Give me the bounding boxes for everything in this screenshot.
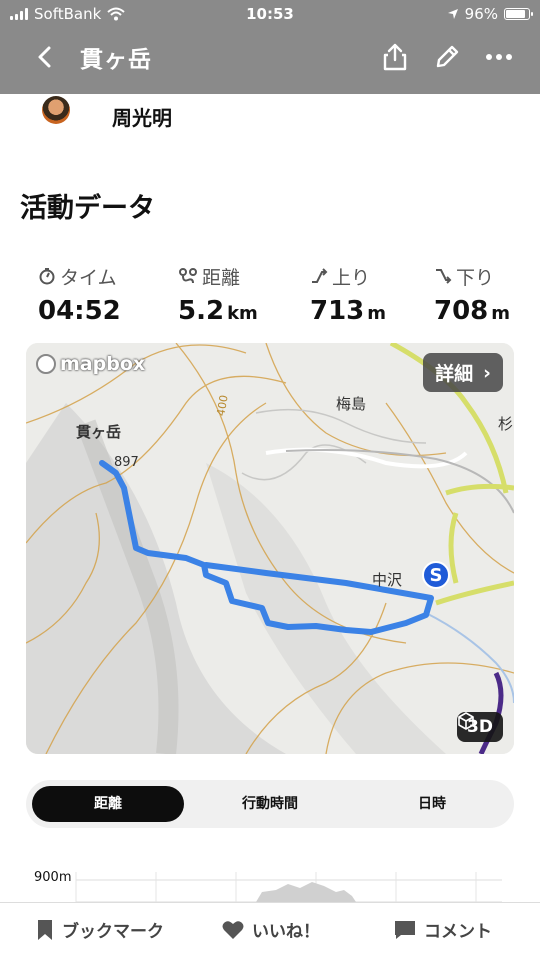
stat-label: 下り — [434, 262, 540, 290]
stat-value: 04:52 — [38, 296, 158, 326]
nav-bar: 貫ヶ岳 — [0, 28, 540, 94]
stat-label: 距離 — [178, 262, 298, 290]
avatar[interactable] — [42, 96, 70, 124]
heart-icon — [222, 920, 244, 939]
location-arrow-icon — [447, 9, 458, 19]
status-right: 96% — [447, 5, 533, 23]
share-icon[interactable] — [380, 42, 410, 72]
map-label-umejima: 梅島 — [336, 395, 367, 413]
bookmark-icon — [38, 919, 52, 940]
stats-row: タイム 04:52 距離 5.2 km 上り 713 m 下り 708 m — [0, 262, 540, 332]
map-label-elevation: 897 — [114, 455, 139, 470]
tab-distance[interactable]: 距離 — [32, 786, 184, 822]
stat-value: 708 m — [434, 296, 540, 326]
like-button[interactable]: いいね！ — [222, 917, 320, 942]
comment-icon — [395, 920, 415, 939]
map-detail-button[interactable]: 詳細 › — [423, 353, 503, 392]
comment-button[interactable]: コメント — [394, 917, 492, 942]
user-name[interactable]: 周光明 — [112, 102, 172, 131]
stopwatch-icon — [39, 268, 55, 285]
battery-fill — [506, 10, 525, 18]
map-label-peak: 貫ヶ岳 — [76, 423, 122, 441]
bottom-action-bar: ブックマーク いいね！ コメント — [0, 902, 540, 961]
elevation-chart-canvas — [75, 872, 502, 902]
stat-ascent: 上り 713 m — [310, 262, 430, 327]
ascent-icon — [312, 268, 328, 283]
chart-y-label: 900m — [34, 870, 72, 885]
bookmark-button[interactable]: ブックマーク — [36, 917, 164, 942]
stat-label-text: タイム — [60, 266, 117, 289]
route-map[interactable]: mapbox 詳細 › 貫ヶ岳 897 梅島 中沢 杉 400 S 3D — [26, 343, 514, 754]
stat-unit: m — [491, 303, 511, 324]
page-title: 貫ヶ岳 — [80, 47, 152, 73]
user-row[interactable]: 周光明 — [0, 94, 540, 144]
section-title: 活動データ — [20, 193, 155, 224]
elevation-area — [256, 882, 356, 902]
stat-number: 713 — [310, 296, 365, 326]
stat-unit: m — [367, 303, 387, 324]
descent-icon — [436, 269, 452, 284]
stat-label-text: 上り — [332, 266, 371, 289]
edit-icon[interactable] — [432, 42, 462, 72]
like-label: いいね！ — [252, 922, 320, 942]
stat-distance: 距離 5.2 km — [178, 262, 298, 327]
stat-value: 5.2 km — [178, 296, 298, 326]
battery-icon — [504, 8, 533, 20]
cube-icon — [458, 712, 474, 730]
stat-label: タイム — [38, 262, 158, 290]
back-icon[interactable] — [30, 42, 60, 72]
map-3d-button[interactable]: 3D — [457, 712, 503, 742]
map-label-sugi: 杉 — [498, 415, 514, 433]
map-detail-label: 詳細 — [435, 363, 474, 385]
stat-time: タイム 04:52 — [38, 262, 158, 327]
mapbox-logo-text: mapbox — [60, 353, 146, 375]
chart-tabs: 距離 行動時間 日時 — [26, 780, 514, 828]
battery-percent: 96% — [464, 5, 498, 23]
bookmark-label: ブックマーク — [62, 922, 164, 942]
stat-unit: km — [227, 303, 258, 324]
mapbox-logo-icon — [36, 354, 56, 374]
stat-number: 708 — [434, 296, 489, 326]
route-icon — [179, 268, 197, 284]
stat-number: 5.2 — [178, 296, 225, 326]
tab-duration[interactable]: 行動時間 — [194, 786, 346, 822]
stat-label-text: 距離 — [202, 266, 241, 289]
comment-label: コメント — [424, 922, 492, 942]
stat-value: 713 m — [310, 296, 430, 326]
map-label-nakazawa: 中沢 — [372, 571, 403, 589]
map-canvas — [26, 343, 514, 754]
stat-descent: 下り 708 m — [434, 262, 540, 327]
stat-label: 上り — [310, 262, 430, 290]
stat-number: 04:52 — [38, 296, 121, 326]
start-marker[interactable]: S — [422, 561, 450, 589]
status-bar: SoftBank 10:53 96% — [0, 0, 540, 28]
top-bar: SoftBank 10:53 96% 貫ヶ岳 — [0, 0, 540, 94]
chevron-right-icon: › — [483, 361, 491, 384]
elevation-chart: 900m — [26, 862, 514, 902]
mapbox-logo: mapbox — [36, 353, 145, 375]
tab-datetime[interactable]: 日時 — [356, 786, 508, 822]
more-icon[interactable] — [484, 42, 514, 72]
stat-label-text: 下り — [456, 266, 495, 289]
